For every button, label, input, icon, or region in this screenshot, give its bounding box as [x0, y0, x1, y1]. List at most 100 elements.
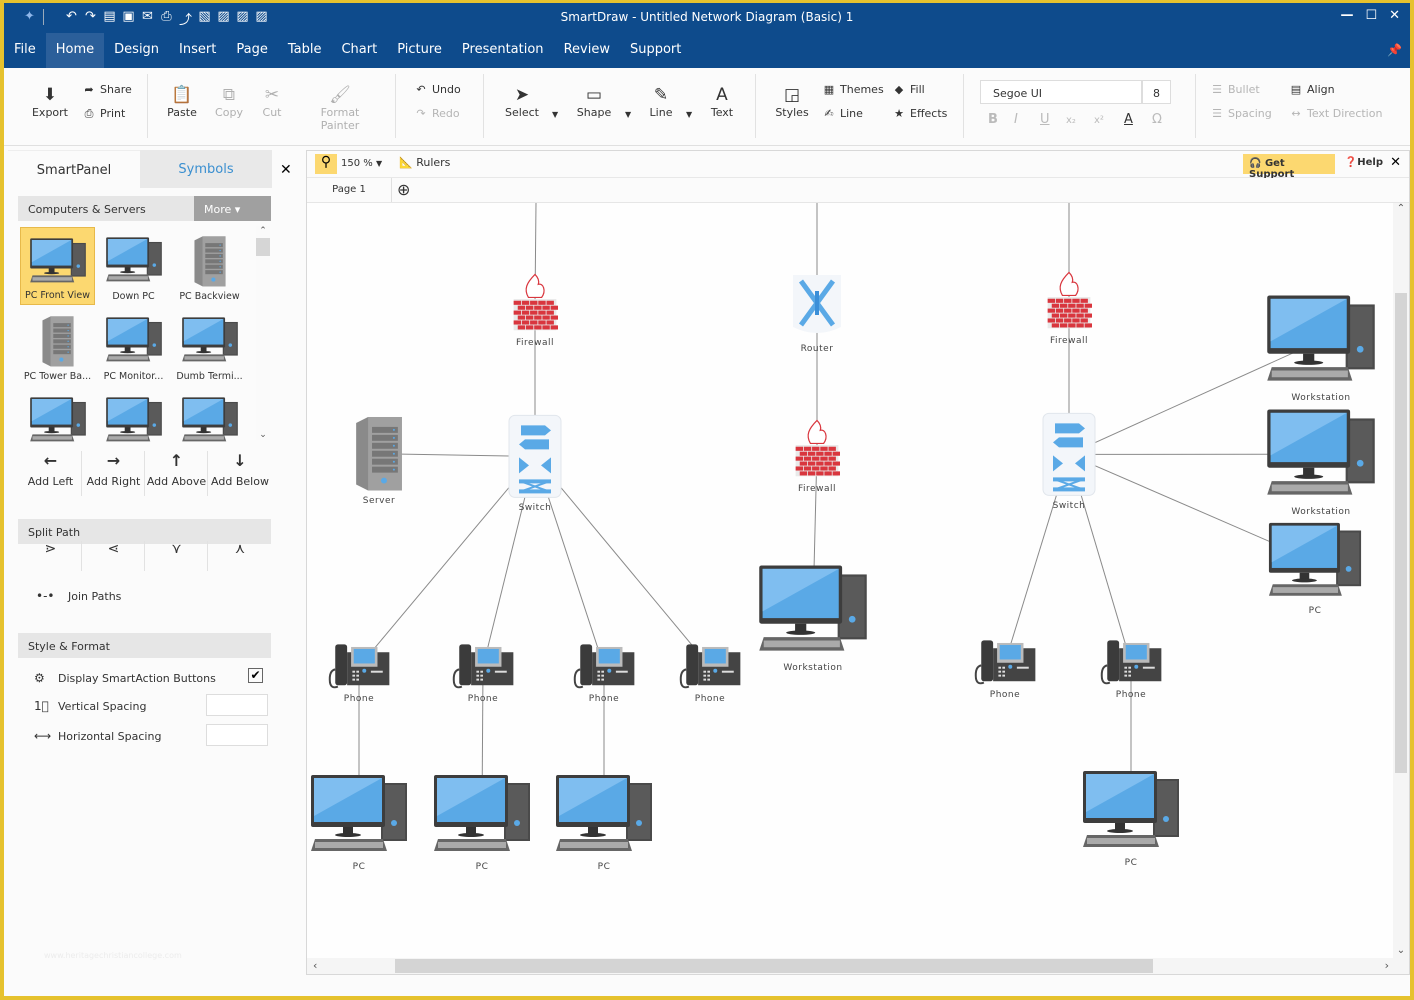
italic-button[interactable]: I: [1014, 112, 1018, 127]
menu-support[interactable]: Support: [620, 33, 691, 68]
select-dropdown-icon[interactable]: ▼: [552, 110, 558, 119]
vertical-scrollbar[interactable]: ⌃ ⌄: [1393, 203, 1409, 958]
menu-table[interactable]: Table: [278, 33, 332, 68]
menu-chart[interactable]: Chart: [331, 33, 387, 68]
symbol-item[interactable]: PC Monitor...: [96, 307, 171, 385]
copy-button[interactable]: ⧉ Copy: [212, 84, 246, 119]
font-name-input[interactable]: Segoe UI: [980, 80, 1142, 104]
vertical-spacing-input[interactable]: [206, 694, 268, 716]
diagram-node-server[interactable]: Server: [354, 415, 404, 506]
effects-button[interactable]: ★ Effects: [892, 107, 947, 120]
symbols-scrollbar[interactable]: ⌃ ⌄: [256, 226, 270, 440]
line-dropdown-icon[interactable]: ▼: [686, 110, 692, 119]
menu-review[interactable]: Review: [554, 33, 620, 68]
display-smartaction-checkbox[interactable]: ✔: [248, 668, 263, 683]
vertical-scroll-thumb[interactable]: [1395, 293, 1407, 773]
diagram-node-phone[interactable]: Phone: [677, 643, 743, 704]
format-painter-button[interactable]: 🖌 Format Painter: [300, 84, 380, 132]
underline-button[interactable]: U: [1040, 112, 1050, 127]
more-libraries-button[interactable]: More ▾: [194, 196, 271, 221]
line-style-button[interactable]: ✍ Line: [822, 107, 863, 120]
scroll-thumb[interactable]: [256, 238, 270, 256]
join-paths-button[interactable]: •-• Join Paths: [36, 589, 121, 603]
menu-home[interactable]: Home: [45, 33, 105, 68]
zoom-button[interactable]: ⚲: [315, 154, 337, 174]
menu-page[interactable]: Page: [226, 33, 277, 68]
bold-button[interactable]: B: [988, 112, 998, 127]
shape-button[interactable]: ▭ Shape: [574, 84, 614, 119]
share-button[interactable]: ➦ Share: [82, 83, 131, 96]
diagram-node-phone[interactable]: Phone: [972, 639, 1038, 700]
diagram-node-firewall[interactable]: Firewall: [794, 417, 840, 494]
menu-insert[interactable]: Insert: [169, 33, 226, 68]
diagram-node-phone[interactable]: Phone: [326, 643, 392, 704]
fill-button[interactable]: ◆ Fill: [892, 83, 925, 96]
diagram-canvas[interactable]: Firewall Router Firewall Server Switch Firewa…: [307, 203, 1393, 958]
diagram-node-switch[interactable]: Switch: [507, 413, 563, 513]
split-right-button[interactable]: ⋗: [20, 541, 82, 571]
tab-symbols[interactable]: Symbols: [140, 150, 272, 188]
diagram-node-phone[interactable]: Phone: [571, 643, 637, 704]
scroll-down-icon[interactable]: ⌄: [1393, 945, 1409, 956]
get-support-button[interactable]: 🎧 Get Support: [1243, 154, 1335, 180]
add-below-button[interactable]: ↓ Add Below: [209, 451, 271, 496]
symbol-item[interactable]: PC Front View: [20, 227, 95, 305]
diagram-node-pc[interactable]: PC: [554, 771, 654, 872]
themes-button[interactable]: ▦ Themes: [822, 83, 884, 96]
diagram-node-router[interactable]: Router: [789, 271, 845, 354]
diagram-node-pc[interactable]: Workstation: [1265, 405, 1377, 517]
close-panel-icon[interactable]: ✕: [280, 162, 292, 178]
redo-button[interactable]: ↷ Redo: [414, 107, 459, 120]
close-canvas-toolbar-icon[interactable]: ✕: [1390, 155, 1401, 170]
text-direction-button[interactable]: ↔ Text Direction: [1289, 107, 1382, 120]
split-down-button[interactable]: ⋎: [146, 541, 208, 571]
close-icon[interactable]: ✕: [1389, 8, 1400, 23]
styles-button[interactable]: ◲ Styles: [772, 84, 812, 119]
shape-dropdown-icon[interactable]: ▼: [625, 110, 631, 119]
horizontal-scrollbar[interactable]: ‹ ›: [307, 958, 1409, 974]
symbol-item[interactable]: Dumb Termi...: [172, 307, 247, 385]
minimize-icon[interactable]: —: [1340, 8, 1353, 23]
diagram-node-phone[interactable]: Phone: [450, 643, 516, 704]
spacing-button[interactable]: ☰ Spacing: [1210, 107, 1272, 120]
bullet-button[interactable]: ☰ Bullet: [1210, 83, 1260, 96]
add-above-button[interactable]: ↑ Add Above: [146, 451, 208, 496]
zoom-level-dropdown[interactable]: 150 % ▼: [341, 158, 382, 169]
menu-file[interactable]: File: [4, 33, 46, 68]
rulers-button[interactable]: 📐 Rulers: [399, 156, 450, 169]
split-up-button[interactable]: ⋏: [209, 541, 271, 571]
scroll-right-icon[interactable]: ›: [1385, 959, 1389, 972]
diagram-node-pc[interactable]: PC: [432, 771, 532, 872]
add-left-button[interactable]: ← Add Left: [20, 451, 82, 496]
diagram-node-pc[interactable]: PC: [1267, 519, 1363, 616]
symbol-item[interactable]: PC Backview: [172, 227, 247, 305]
paste-button[interactable]: 📋 Paste: [164, 84, 200, 119]
scroll-left-icon[interactable]: ‹: [313, 959, 317, 972]
menu-picture[interactable]: Picture: [387, 33, 452, 68]
font-size-input[interactable]: 8: [1142, 80, 1171, 104]
horizontal-scroll-thumb[interactable]: [395, 959, 1153, 973]
diagram-node-pc[interactable]: Workstation: [757, 561, 869, 673]
diagram-node-switch[interactable]: Switch: [1041, 411, 1097, 511]
pin-ribbon-icon[interactable]: 📌: [1387, 43, 1402, 57]
line-button[interactable]: ✎ Line: [646, 84, 676, 119]
diagram-node-pc[interactable]: Workstation: [1265, 291, 1377, 403]
diagram-node-pc[interactable]: PC: [309, 771, 409, 872]
cut-button[interactable]: ✂ Cut: [258, 84, 286, 119]
tab-smartpanel[interactable]: SmartPanel: [8, 150, 140, 188]
help-button[interactable]: ❓Help: [1345, 157, 1383, 168]
select-button[interactable]: ➤ Select: [504, 84, 540, 119]
diagram-node-pc[interactable]: PC: [1081, 767, 1181, 868]
menu-presentation[interactable]: Presentation: [452, 33, 554, 68]
symbol-button[interactable]: Ω: [1152, 112, 1162, 127]
print-button[interactable]: ⎙ Print: [82, 107, 126, 121]
symbol-item[interactable]: PC Tower Ba...: [20, 307, 95, 385]
horizontal-spacing-input[interactable]: [206, 724, 268, 746]
export-button[interactable]: ⬇ Export: [30, 84, 70, 119]
symbol-item[interactable]: Down PC: [96, 227, 171, 305]
font-color-button[interactable]: A: [1124, 112, 1133, 127]
split-left-button[interactable]: ⋖: [83, 541, 145, 571]
undo-button[interactable]: ↶ Undo: [414, 83, 460, 96]
scroll-up-icon[interactable]: ⌃: [1393, 203, 1409, 214]
diagram-node-firewall[interactable]: Firewall: [1046, 269, 1092, 346]
